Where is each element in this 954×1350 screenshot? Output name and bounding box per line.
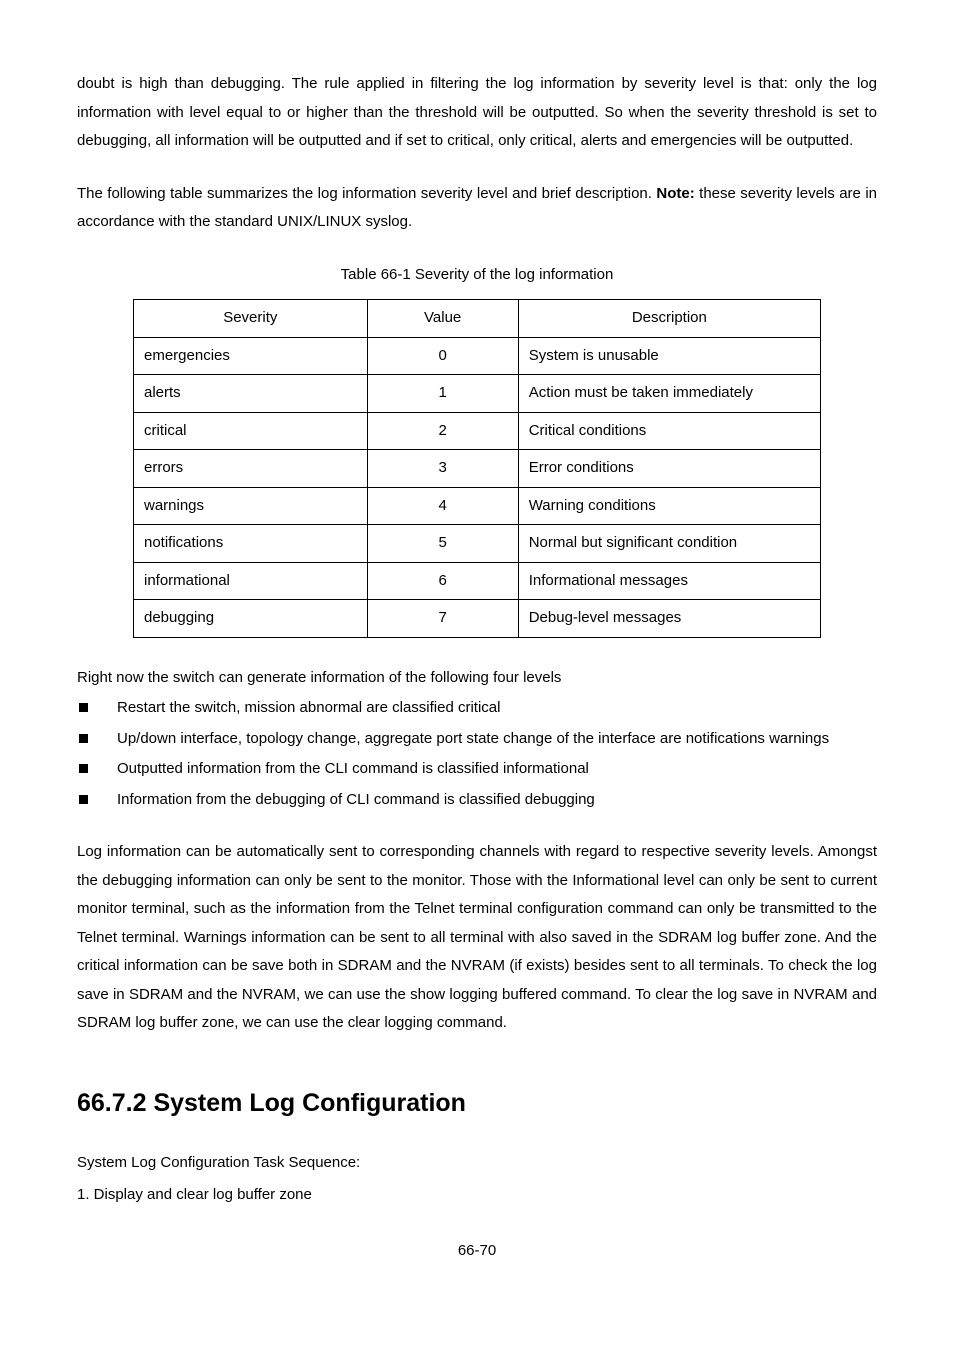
- cell-value: 1: [367, 375, 518, 413]
- para2-text1: The following table summarizes the log i…: [77, 185, 656, 202]
- cell-severity: debugging: [134, 600, 368, 638]
- table-row: emergencies 0 System is unusable: [134, 337, 821, 375]
- list-item: Restart the switch, mission abnormal are…: [77, 694, 877, 723]
- cell-severity: critical: [134, 412, 368, 450]
- table-row: informational 6 Informational messages: [134, 562, 821, 600]
- cell-description: Warning conditions: [518, 487, 820, 525]
- cell-description: Critical conditions: [518, 412, 820, 450]
- header-description: Description: [518, 300, 820, 338]
- cell-description: Informational messages: [518, 562, 820, 600]
- cell-description: Normal but significant condition: [518, 525, 820, 563]
- severity-table: Severity Value Description emergencies 0…: [133, 299, 821, 638]
- page-footer: 66-70: [77, 1237, 877, 1266]
- table-row: errors 3 Error conditions: [134, 450, 821, 488]
- sequence-intro: System Log Configuration Task Sequence:: [77, 1149, 877, 1178]
- table-row: alerts 1 Action must be taken immediatel…: [134, 375, 821, 413]
- cell-description: Debug-level messages: [518, 600, 820, 638]
- cell-severity: informational: [134, 562, 368, 600]
- table-row: critical 2 Critical conditions: [134, 412, 821, 450]
- table-row: notifications 5 Normal but significant c…: [134, 525, 821, 563]
- cell-severity: emergencies: [134, 337, 368, 375]
- paragraph-2: The following table summarizes the log i…: [77, 180, 877, 237]
- cell-value: 5: [367, 525, 518, 563]
- cell-severity: errors: [134, 450, 368, 488]
- table-row: warnings 4 Warning conditions: [134, 487, 821, 525]
- cell-value: 7: [367, 600, 518, 638]
- cell-description: System is unusable: [518, 337, 820, 375]
- section-heading: 66.7.2 System Log Configuration: [77, 1080, 877, 1128]
- cell-value: 4: [367, 487, 518, 525]
- paragraph-3: Log information can be automatically sen…: [77, 838, 877, 1038]
- cell-description: Action must be taken immediately: [518, 375, 820, 413]
- cell-value: 3: [367, 450, 518, 488]
- header-severity: Severity: [134, 300, 368, 338]
- cell-value: 2: [367, 412, 518, 450]
- sequence-item-1: 1. Display and clear log buffer zone: [77, 1181, 877, 1210]
- table-header-row: Severity Value Description: [134, 300, 821, 338]
- cell-value: 0: [367, 337, 518, 375]
- cell-severity: warnings: [134, 487, 368, 525]
- para2-note-bold: Note:: [656, 185, 694, 202]
- list-item: Outputted information from the CLI comma…: [77, 755, 877, 784]
- header-value: Value: [367, 300, 518, 338]
- bullet-list: Restart the switch, mission abnormal are…: [77, 694, 877, 814]
- cell-value: 6: [367, 562, 518, 600]
- cell-severity: notifications: [134, 525, 368, 563]
- list-item: Up/down interface, topology change, aggr…: [77, 725, 877, 754]
- list-intro: Right now the switch can generate inform…: [77, 664, 877, 693]
- cell-description: Error conditions: [518, 450, 820, 488]
- table-caption: Table 66-1 Severity of the log informati…: [77, 261, 877, 290]
- paragraph-1: doubt is high than debugging. The rule a…: [77, 70, 877, 156]
- list-item: Information from the debugging of CLI co…: [77, 786, 877, 815]
- table-row: debugging 7 Debug-level messages: [134, 600, 821, 638]
- cell-severity: alerts: [134, 375, 368, 413]
